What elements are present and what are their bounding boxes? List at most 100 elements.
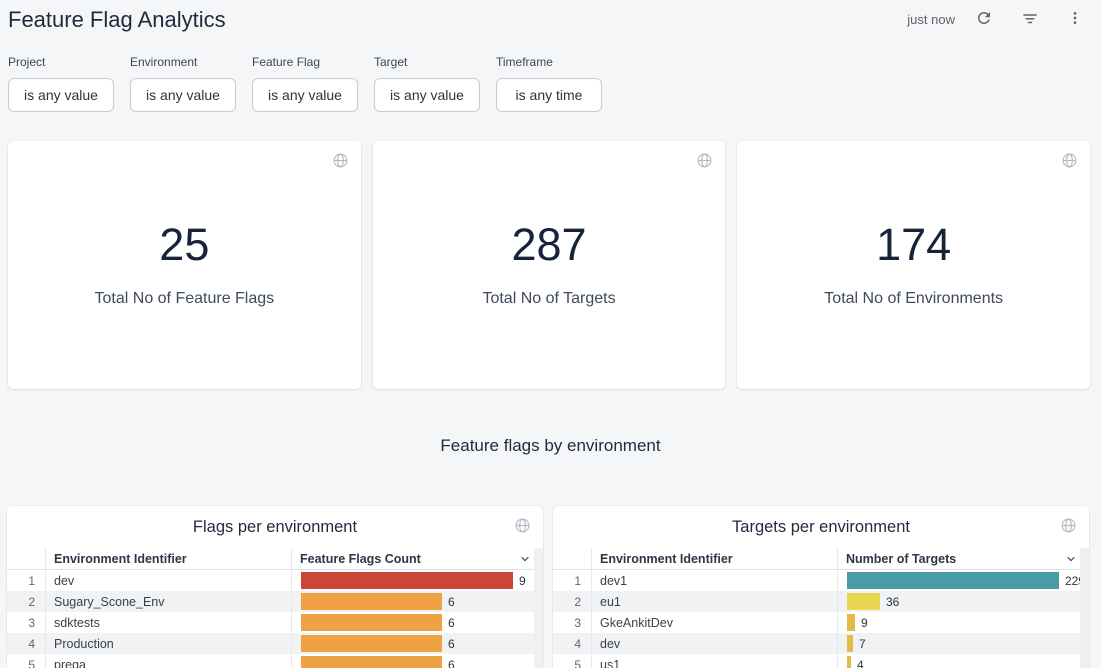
filter-project-button[interactable]: is any value xyxy=(8,78,114,112)
table-row: 1 dev 9 xyxy=(7,570,534,591)
targets-per-environment-tile: Targets per environment Environment Iden… xyxy=(553,506,1089,668)
chevron-down-icon[interactable] xyxy=(519,553,531,565)
filter-environment: Environment is any value xyxy=(130,55,236,112)
row-number: 2 xyxy=(7,591,46,612)
column-header-number-of-targets[interactable]: Number of Targets xyxy=(838,548,1080,569)
column-header-environment-identifier[interactable]: Environment Identifier xyxy=(46,548,292,569)
value-bar[interactable] xyxy=(847,656,851,668)
filter-label: Environment xyxy=(130,55,236,69)
value-bar-cell: 6 xyxy=(292,612,534,633)
table-row: 5 prega 6 xyxy=(7,654,534,668)
bar-value-label: 9 xyxy=(519,574,526,588)
tile-title: Targets per environment xyxy=(553,506,1089,548)
value-bar[interactable] xyxy=(301,614,442,631)
tables-row: Flags per environment Environment Identi… xyxy=(0,506,1101,668)
bar-value-label: 7 xyxy=(859,637,866,651)
kpi-total-targets: 287 Total No of Targets xyxy=(373,141,726,389)
kpi-label: Total No of Environments xyxy=(824,290,1003,308)
value-bar[interactable] xyxy=(847,593,880,610)
value-bar[interactable] xyxy=(301,656,442,668)
row-number: 5 xyxy=(7,654,46,668)
value-bar-cell: 36 xyxy=(838,591,1080,612)
table-row: 2 eu1 36 xyxy=(553,591,1080,612)
section-title: Feature flags by environment xyxy=(0,436,1101,456)
filter-bar: Project is any value Environment is any … xyxy=(0,34,1101,112)
table: Environment Identifier Number of Targets… xyxy=(553,548,1089,668)
filter-project: Project is any value xyxy=(8,55,114,112)
kpi-value: 287 xyxy=(511,222,586,267)
filter-label: Project xyxy=(8,55,114,69)
globe-icon xyxy=(696,152,713,174)
environment-identifier-cell: Sugary_Scone_Env xyxy=(46,591,292,612)
refresh-button[interactable] xyxy=(973,7,995,32)
filter-timeframe-button[interactable]: is any time xyxy=(496,78,602,112)
table-body: 1 dev1 229 2 eu1 36 3 GkeAnkitDev 9 4 de… xyxy=(553,570,1089,668)
row-number: 2 xyxy=(553,591,592,612)
table-row: 4 dev 7 xyxy=(553,633,1080,654)
kpi-row: 25 Total No of Feature Flags 287 Total N… xyxy=(0,112,1101,389)
more-options-button[interactable] xyxy=(1065,8,1085,31)
value-bar-cell: 6 xyxy=(292,633,534,654)
table-header-row: Environment Identifier Feature Flags Cou… xyxy=(7,548,534,570)
last-refreshed-label: just now xyxy=(907,12,955,27)
environment-identifier-cell: sdktests xyxy=(46,612,292,633)
value-bar[interactable] xyxy=(301,572,513,589)
value-bar[interactable] xyxy=(847,614,855,631)
scrollbar-track[interactable] xyxy=(534,548,543,668)
filters-button[interactable] xyxy=(1019,7,1041,32)
bar-value-label: 6 xyxy=(448,637,455,651)
bar-value-label: 36 xyxy=(886,595,899,609)
bar-value-label: 4 xyxy=(857,658,864,668)
column-header-environment-identifier[interactable]: Environment Identifier xyxy=(592,548,838,569)
filter-target-button[interactable]: is any value xyxy=(374,78,480,112)
filter-environment-button[interactable]: is any value xyxy=(130,78,236,112)
refresh-icon xyxy=(975,9,993,30)
bar-value-label: 6 xyxy=(448,616,455,630)
filter-label: Target xyxy=(374,55,480,69)
filter-feature-flag-button[interactable]: is any value xyxy=(252,78,358,112)
column-header-feature-flags-count[interactable]: Feature Flags Count xyxy=(292,548,534,569)
value-bar[interactable] xyxy=(301,593,442,610)
bar-value-label: 9 xyxy=(861,616,868,630)
kebab-menu-icon xyxy=(1067,10,1083,29)
environment-identifier-cell: dev xyxy=(592,633,838,654)
scrollbar-track[interactable] xyxy=(1080,548,1089,668)
row-number-header xyxy=(553,548,592,569)
value-bar-cell: 7 xyxy=(838,633,1080,654)
environment-identifier-cell: dev xyxy=(46,570,292,591)
value-bar[interactable] xyxy=(847,635,853,652)
value-bar-cell: 9 xyxy=(292,570,534,591)
table-body: 1 dev 9 2 Sugary_Scone_Env 6 3 sdktests … xyxy=(7,570,543,668)
value-bar[interactable] xyxy=(847,572,1059,589)
filter-label: Timeframe xyxy=(496,55,602,69)
environment-identifier-cell: eu1 xyxy=(592,591,838,612)
row-number: 5 xyxy=(553,654,592,668)
environment-identifier-cell: us1 xyxy=(592,654,838,668)
value-bar-cell: 229 xyxy=(838,570,1085,591)
kpi-total-environments: 174 Total No of Environments xyxy=(737,141,1090,389)
row-number: 1 xyxy=(553,570,592,591)
table-row: 3 sdktests 6 xyxy=(7,612,534,633)
chevron-down-icon[interactable] xyxy=(1065,553,1077,565)
row-number-header xyxy=(7,548,46,569)
page-title: Feature Flag Analytics xyxy=(8,7,226,33)
table-row: 1 dev1 229 xyxy=(553,570,1080,591)
filter-target: Target is any value xyxy=(374,55,480,112)
filter-timeframe: Timeframe is any time xyxy=(496,55,602,112)
value-bar-cell: 9 xyxy=(838,612,1080,633)
table-row: 2 Sugary_Scone_Env 6 xyxy=(7,591,534,612)
environment-identifier-cell: Production xyxy=(46,633,292,654)
kpi-value: 25 xyxy=(159,222,209,267)
filter-label: Feature Flag xyxy=(252,55,358,69)
globe-icon xyxy=(1060,517,1077,539)
globe-icon xyxy=(1061,152,1078,174)
bar-value-label: 6 xyxy=(448,658,455,668)
kpi-label: Total No of Targets xyxy=(482,290,615,308)
value-bar-cell: 4 xyxy=(838,654,1080,668)
bar-value-label: 6 xyxy=(448,595,455,609)
table-row: 5 us1 4 xyxy=(553,654,1080,668)
kpi-value: 174 xyxy=(876,222,951,267)
globe-icon xyxy=(514,517,531,539)
environment-identifier-cell: prega xyxy=(46,654,292,668)
value-bar[interactable] xyxy=(301,635,442,652)
